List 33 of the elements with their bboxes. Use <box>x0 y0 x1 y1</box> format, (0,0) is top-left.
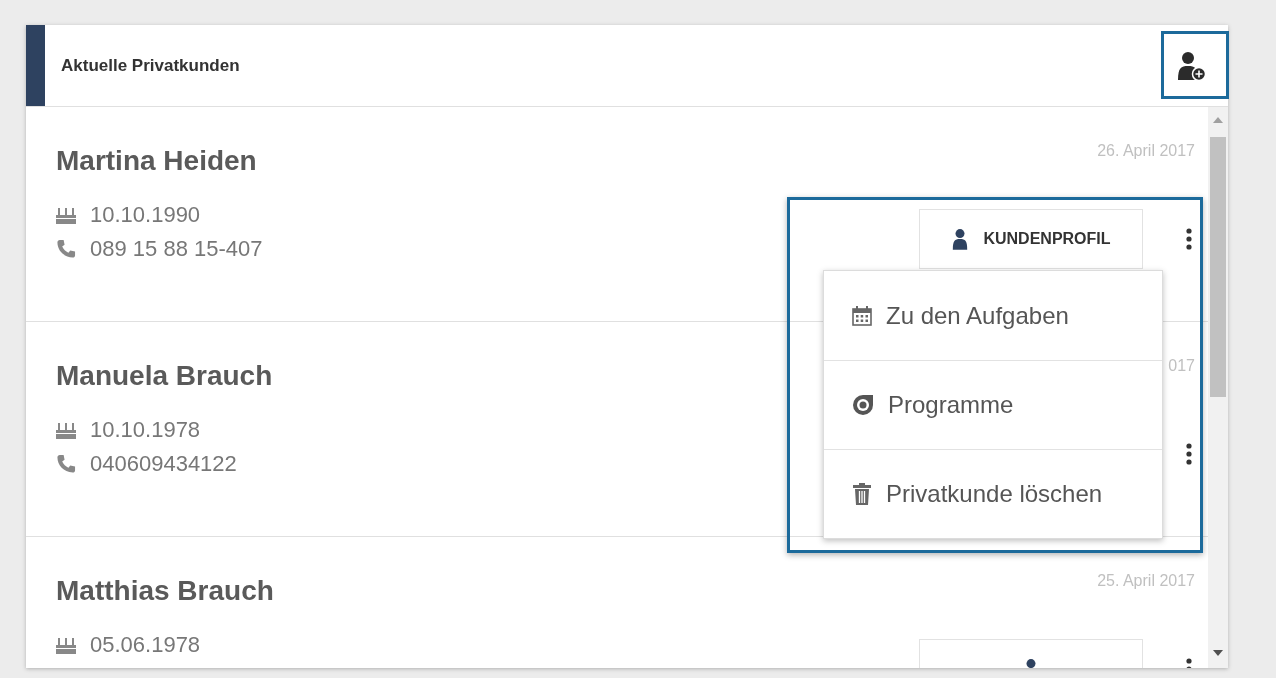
target-icon <box>852 394 874 416</box>
cake-icon <box>56 206 76 224</box>
customer-name: Manuela Brauch <box>56 359 273 393</box>
phone-icon <box>56 239 76 259</box>
highlight-frame <box>1161 31 1229 99</box>
menu-item[interactable]: Zu den Aufgaben <box>824 271 1162 360</box>
scrollbar[interactable] <box>1208 107 1228 668</box>
panel-title: Aktuelle Privatkunden <box>61 54 240 77</box>
customer-name: Martina Heiden <box>56 144 258 178</box>
phone-text: 089 15 88 15-407 <box>90 235 263 263</box>
customer-name: Matthias Brauch <box>56 574 274 608</box>
phone-icon <box>56 454 76 474</box>
birthday-text: 05.06.1978 <box>90 631 201 659</box>
kebab-icon <box>1186 442 1192 466</box>
scrollbar-thumb[interactable] <box>1210 137 1226 397</box>
person-icon <box>951 227 970 251</box>
scroll-up-icon <box>1213 117 1223 123</box>
date-text: 26. April 2017 <box>1097 141 1195 161</box>
customer-profile-button[interactable]: KUNDENPROFIL <box>919 209 1143 269</box>
scroll-down-icon <box>1213 650 1223 656</box>
calendar-icon <box>852 305 872 326</box>
phone-text: 040609434122 <box>90 450 237 478</box>
add-person-icon <box>1177 49 1207 82</box>
birthday-text: 10.10.1978 <box>90 416 201 444</box>
menu-item[interactable]: Programme <box>824 360 1162 449</box>
menu-item[interactable]: Privatkunde löschen <box>824 449 1162 538</box>
date-text: 017 <box>1168 356 1195 376</box>
kebab-icon <box>1186 227 1192 251</box>
trash-icon <box>852 483 872 505</box>
cake-icon <box>56 421 76 439</box>
date-text: 25. April 2017 <box>1097 571 1195 591</box>
birthday-text: 10.10.1990 <box>90 201 201 229</box>
cake-icon <box>56 636 76 654</box>
